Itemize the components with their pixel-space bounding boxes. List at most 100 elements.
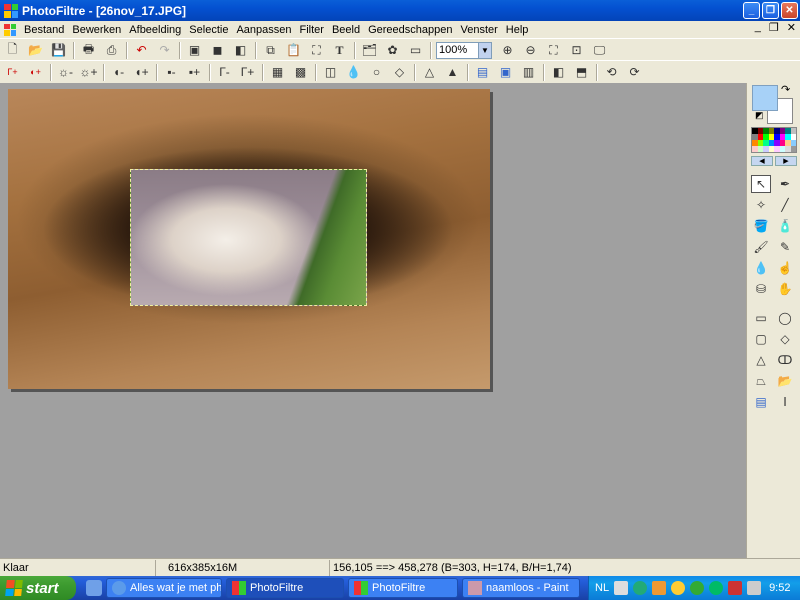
open-folder-icon[interactable]: 📂 [26,41,45,60]
transparency-icon[interactable]: ▣ [185,41,204,60]
task-browser[interactable]: Alles wat je met pho... [106,578,222,598]
rotate-right-icon[interactable]: ⟳ [625,63,644,82]
close-button[interactable]: ✕ [781,2,798,19]
actual-size-icon[interactable]: ⛶ [544,41,563,60]
menu-afbeelding[interactable]: Afbeelding [125,24,185,36]
document-image[interactable] [8,89,490,389]
grid-icon[interactable]: ▦ [268,63,287,82]
window-icon[interactable]: ▭ [406,41,425,60]
blur-icon[interactable]: 💧 [344,63,363,82]
select-all-icon[interactable]: ▤ [751,393,771,411]
lasso-icon[interactable]: ↀ [775,351,795,369]
update-icon[interactable] [690,581,705,595]
plugin-icon[interactable]: ✿ [383,41,402,60]
palette-next-icon[interactable]: ▶ [775,156,797,166]
copy-icon[interactable]: ⧉ [261,41,280,60]
pointer-tool-icon[interactable]: ↖ [751,175,771,193]
brush-icon[interactable]: 🖌 [751,238,771,256]
line-tool-icon[interactable]: ╱ [775,196,795,214]
crop-icon[interactable]: ⛶ [307,41,326,60]
fit-window-icon[interactable]: ⊡ [567,41,586,60]
saturation-plus-icon[interactable]: ▪+ [185,63,204,82]
brightness-minus-icon[interactable]: ☼- [56,63,75,82]
sharpen-icon[interactable]: ◇ [390,63,409,82]
text-cursor-icon[interactable]: Ⅰ [775,393,795,411]
load-shape-icon[interactable]: 📂 [775,372,795,390]
menu-bewerken[interactable]: Bewerken [68,24,125,36]
document-system-icon[interactable] [4,23,16,36]
spray-icon[interactable]: 🧴 [775,217,795,235]
security-icon[interactable] [652,581,667,595]
color-palette[interactable] [751,127,797,153]
network-icon[interactable] [633,581,648,595]
layer-icon[interactable]: ◧ [231,41,250,60]
fill-bucket-icon[interactable]: 🪣 [751,217,771,235]
magic-wand-icon[interactable]: ✧ [751,196,771,214]
flip-vertical-icon[interactable]: ⬒ [572,63,591,82]
grayscale-icon[interactable]: ▩ [291,63,310,82]
mask-icon[interactable]: ◼ [208,41,227,60]
zoom-in-icon[interactable]: ⊕ [498,41,517,60]
image-workspace[interactable] [0,83,746,558]
menu-aanpassen[interactable]: Aanpassen [232,24,295,36]
frame-icon[interactable]: ▣ [496,63,515,82]
doc-close-button[interactable]: ✕ [787,21,796,34]
undo-icon[interactable]: ↶ [132,41,151,60]
advanced-brush-icon[interactable]: ✎ [775,238,795,256]
foreground-color-swatch[interactable] [752,85,778,111]
menu-selectie[interactable]: Selectie [185,24,232,36]
ellipse-select-icon[interactable]: ◯ [775,309,795,327]
gradient-icon[interactable]: ▤ [473,63,492,82]
maximize-button[interactable]: ❐ [762,2,779,19]
save-icon[interactable]: 💾 [49,41,68,60]
contrast-minus-icon[interactable]: ◖- [109,63,128,82]
task-photofiltre-1[interactable]: PhotoFiltre [226,578,344,598]
swap-colors-icon[interactable]: ↷ [781,83,790,96]
triangle-select-icon[interactable]: △ [751,351,771,369]
volume-icon[interactable] [747,581,762,595]
doc-minimize-button[interactable]: _ [755,21,761,34]
flip-horizontal-icon[interactable]: ◧ [549,63,568,82]
default-colors-icon[interactable]: ◩ [755,110,764,121]
language-indicator[interactable]: NL [595,582,609,594]
menu-venster[interactable]: Venster [456,24,501,36]
menu-gereedschappen[interactable]: Gereedschappen [364,24,456,36]
texture-icon[interactable]: ▥ [519,63,538,82]
task-paint[interactable]: naamloos - Paint [462,578,580,598]
soften-icon[interactable]: ○ [367,63,386,82]
redo-icon[interactable]: ↷ [155,41,174,60]
brightness-plus-icon[interactable]: ☼+ [79,63,98,82]
minimize-button[interactable]: _ [743,2,760,19]
eyedropper-icon[interactable]: ✒ [775,175,795,193]
auto-levels-icon[interactable]: Γ+ [3,63,22,82]
explorer-icon[interactable]: 🗂 [360,41,379,60]
saturation-minus-icon[interactable]: ▪- [162,63,181,82]
print-icon[interactable]: 🖶 [79,41,98,60]
auto-contrast-icon[interactable]: ◐+ [26,63,45,82]
unsharp-icon[interactable]: ▲ [443,63,462,82]
polygon-select-icon[interactable]: ⏢ [751,372,771,390]
menu-bestand[interactable]: Bestand [20,24,68,36]
media-icon[interactable] [671,581,686,595]
chevron-down-icon[interactable]: ▼ [478,42,491,58]
text-tool-icon[interactable]: T [330,41,349,60]
menu-help[interactable]: Help [502,24,533,36]
zoom-out-icon[interactable]: ⊖ [521,41,540,60]
gamma-minus-icon[interactable]: Γ- [215,63,234,82]
new-file-icon[interactable]: 🗋 [3,41,22,60]
mirror-icon[interactable]: ◫ [321,63,340,82]
quicklaunch-icon[interactable] [86,580,102,596]
diamond-select-icon[interactable]: ◇ [775,330,795,348]
smudge-icon[interactable]: ☝ [775,259,795,277]
keyboard-icon[interactable] [614,581,629,595]
arrow-icon[interactable] [709,581,724,595]
zoom-select[interactable]: 100% ▼ [436,41,492,59]
antivirus-icon[interactable] [728,581,743,595]
rounded-rect-select-icon[interactable]: ▢ [751,330,771,348]
gamma-plus-icon[interactable]: Γ+ [238,63,257,82]
menu-beeld[interactable]: Beeld [328,24,364,36]
menu-filter[interactable]: Filter [295,24,327,36]
start-button[interactable]: start [0,576,76,600]
contrast-plus-icon[interactable]: ◖+ [132,63,151,82]
rectangle-select-icon[interactable]: ▭ [751,309,771,327]
